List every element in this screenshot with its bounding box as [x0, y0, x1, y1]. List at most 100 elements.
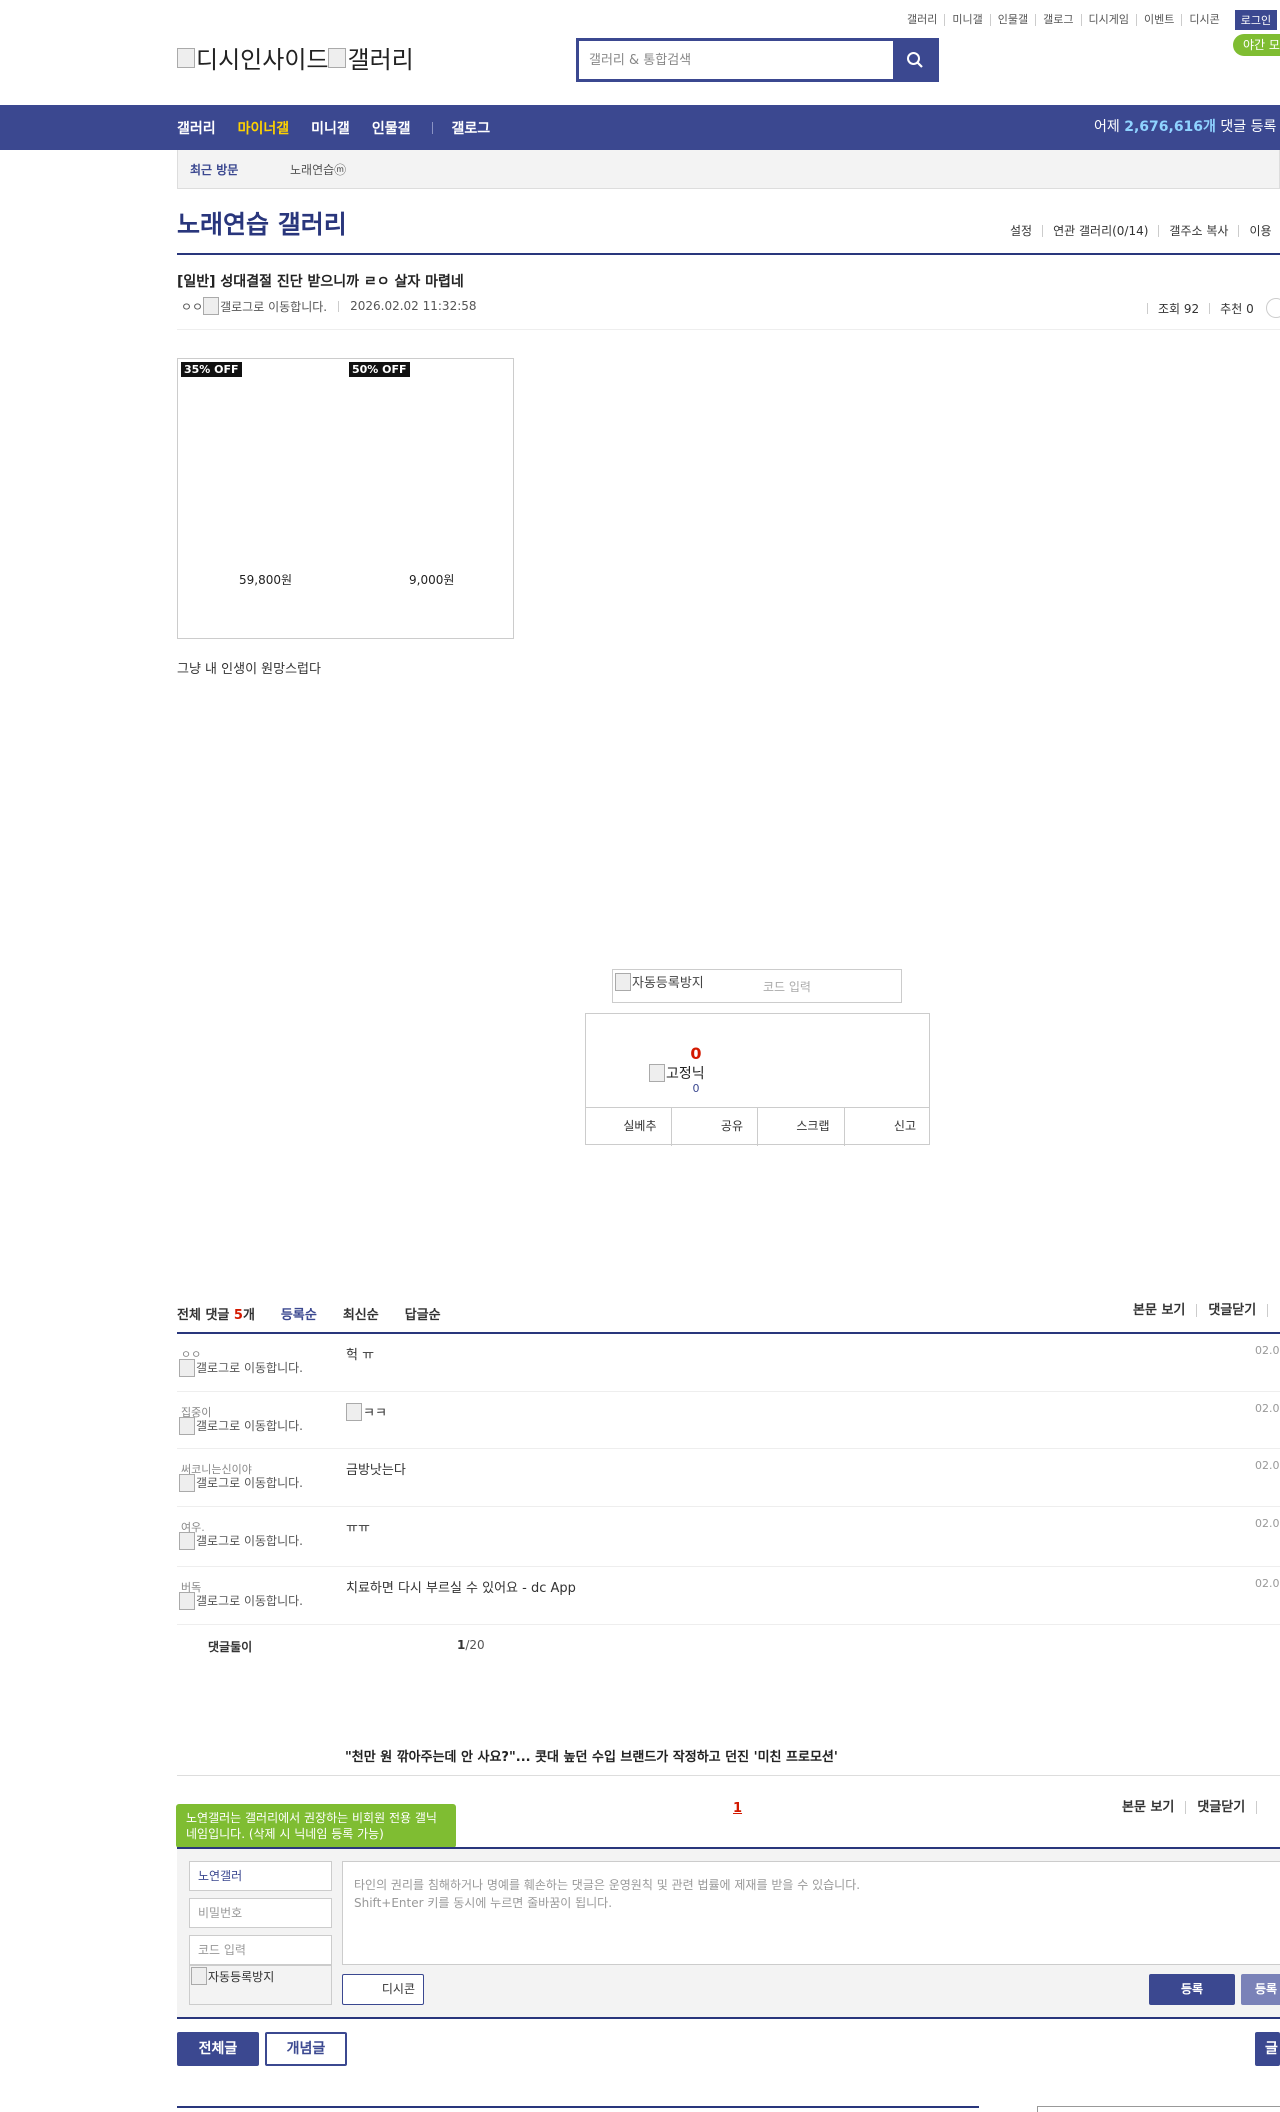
logo-image-site: 디시인사이드 — [177, 40, 328, 75]
night-mode-toggle[interactable]: 야간 모 — [1233, 34, 1280, 56]
promo-link[interactable]: "천만 원 깎아주는데 안 사요?"... 콧대 높던 수입 브랜드가 작정하고… — [345, 1746, 838, 1765]
sort-replies[interactable]: 답글순 — [405, 1304, 441, 1323]
comment-dccon-image: ㅋㅋ — [346, 1402, 387, 1421]
list-options: 본문 보기 댓글닫기 — [1111, 1801, 1279, 1814]
login-button[interactable]: 로그인 — [1234, 10, 1278, 30]
util-link-game[interactable]: 디시게임 — [1080, 14, 1136, 26]
comment-date: 02.0 — [1255, 1517, 1280, 1530]
comment-gallog-image[interactable]: 갤로그로 이동합니다. — [179, 1592, 304, 1610]
util-links: 갤러리 미니갤 인물갤 갤로그 디시게임 이벤트 디시콘 로그인 — [900, 10, 1278, 30]
close-comments-button[interactable]: 댓글닫기 — [1185, 1801, 1256, 1814]
util-link-event[interactable]: 이벤트 — [1135, 14, 1181, 26]
search-button[interactable] — [891, 41, 936, 79]
comment-date: 02.0 — [1255, 1577, 1280, 1590]
ad-box[interactable]: 35% OFF 50% OFF 59,800원 9,000원 — [177, 358, 514, 639]
post-body: 그냥 내 인생이 원망스럽다 — [177, 662, 321, 677]
comment-row: 여우. 갤로그로 이동합니다. ㅠㅠ 02.0 — [177, 1507, 1280, 1567]
captcha-box: 자동등록방지 — [189, 1965, 332, 2005]
fixed-nick-count: 0 — [692, 1082, 700, 1095]
util-link-gallog[interactable]: 갤로그 — [1035, 14, 1080, 26]
divider — [177, 1775, 1280, 1776]
post-meta: ㅇㅇ 갤로그로 이동합니다. 2026.02.02 11:32:58 — [181, 297, 477, 315]
comment-gallog-image[interactable]: 갤로그로 이동합니다. — [179, 1474, 304, 1492]
stat-prefix: 어제 — [1094, 119, 1125, 135]
bottom-box — [1037, 2106, 1280, 2112]
comment-gallog-image[interactable]: 갤로그로 이동합니다. — [179, 1417, 304, 1435]
comment-gallog-image[interactable]: 갤로그로 이동합니다. — [179, 1532, 304, 1550]
site-logo[interactable]: 디시인사이드 갤러리 — [177, 40, 414, 75]
dccon-button[interactable]: 디시콘 — [342, 1974, 424, 2005]
util-link-person[interactable]: 인물갤 — [989, 14, 1035, 26]
gnb-divider — [432, 121, 434, 134]
post-views: 조회 92 — [1158, 301, 1200, 316]
captcha-image: 자동등록방지 — [191, 1967, 274, 1985]
post-title: [일반] 성대결절 진단 받으니까 ㄹㅇ 살자 마렵네 — [177, 274, 464, 290]
write-post-button[interactable]: 글 — [1255, 2032, 1280, 2066]
stat-count: 2,676,616개 — [1124, 119, 1216, 135]
view-body-button[interactable]: 본문 보기 — [1122, 1304, 1196, 1317]
util-link-dccon[interactable]: 디시콘 — [1181, 14, 1226, 26]
util-link-mini[interactable]: 미니갤 — [944, 14, 989, 26]
comment-stat: 어제 2,676,616개 댓글 등록 — [1094, 105, 1276, 150]
view-body-button[interactable]: 본문 보기 — [1111, 1801, 1185, 1814]
captcha-field[interactable]: 자동등록방지 코드 입력 — [612, 969, 902, 1003]
recent-visit-bar: 최근 방문 노래연습ⓜ — [177, 150, 1280, 189]
post-author[interactable]: ㅇㅇ — [181, 298, 203, 315]
post-recommend: 추천 0 — [1220, 301, 1254, 316]
logo-image-gallery: 갤러리 — [328, 40, 413, 75]
search-input[interactable] — [579, 41, 891, 79]
comment-total-label: 전체 댓글 — [177, 1308, 234, 1323]
nickname-tooltip: 노연갤러는 갤러리에서 권장하는 비회원 전용 갤닉네임입니다. (삭제 시 닉… — [176, 1804, 456, 1856]
textarea-notice-1: 타인의 권리를 침해하거나 명예를 훼손하는 댓글은 운영원칙 및 관련 법률에… — [354, 1878, 861, 1892]
more-menu-button[interactable] — [1265, 298, 1280, 318]
gnb-mini[interactable]: 미니갤 — [311, 118, 350, 138]
ad-price: 59,800원 — [239, 573, 293, 587]
scrap-button[interactable]: 스크랩 — [757, 1108, 844, 1146]
submit-plus-button[interactable]: 등록 — [1241, 1974, 1280, 2005]
recent-gallery-link[interactable]: 노래연습ⓜ — [290, 161, 346, 178]
close-comments-button[interactable]: 댓글닫기 — [1196, 1304, 1267, 1317]
share-button[interactable]: 공유 — [670, 1108, 758, 1146]
fixed-nick-image: 고정닉 — [649, 1063, 705, 1083]
textarea-notice-2: Shift+Enter 키를 동시에 누르면 줄바꿈이 됩니다. — [354, 1896, 613, 1910]
sort-latest[interactable]: 최신순 — [343, 1304, 379, 1323]
comment-date: 02.0 — [1255, 1459, 1280, 1472]
ad-discount-badge: 35% OFF — [181, 362, 242, 377]
search-icon — [906, 52, 923, 68]
page-number[interactable]: 1 — [733, 1801, 742, 1816]
password-field[interactable]: 비밀번호 — [189, 1898, 332, 1928]
util-link-gallery[interactable]: 갤러리 — [900, 14, 944, 26]
comment-row: 집중이 갤로그로 이동합니다. ㅋㅋ 02.0 — [177, 1392, 1280, 1449]
gnb-minor[interactable]: 마이너갤 — [238, 118, 290, 138]
comment-gallog-image[interactable]: 갤로그로 이동합니다. — [179, 1359, 304, 1377]
sort-registered[interactable]: 등록순 — [281, 1304, 317, 1323]
comment-total-unit: 개 — [242, 1308, 255, 1323]
gnb-gallery[interactable]: 갤러리 — [177, 118, 216, 138]
gnb-gallog[interactable]: 갤로그 — [451, 118, 490, 138]
divider — [177, 329, 1280, 330]
all-posts-button[interactable]: 전체글 — [177, 2032, 259, 2066]
gallery-settings-button[interactable]: 설정 — [1000, 225, 1042, 237]
recent-visit-label: 최근 방문 — [190, 162, 239, 177]
usage-button[interactable]: 이용 — [1238, 225, 1280, 237]
code-field[interactable]: 코드 입력 — [189, 1935, 332, 1965]
comment-row: 써코니는신이야 갤로그로 이동합니다. 금방낫는다 02.0 — [177, 1449, 1280, 1507]
comment-textarea[interactable]: 타인의 권리를 침해하거나 명예를 훼손하는 댓글은 운영원칙 및 관련 법률에… — [342, 1861, 1280, 1965]
gallery-title[interactable]: 노래연습 갤러리 — [177, 205, 347, 241]
copy-address-button[interactable]: 갤주소 복사 — [1158, 225, 1238, 237]
list-options-divider — [1256, 1801, 1279, 1814]
gnb-person[interactable]: 인물갤 — [372, 118, 411, 138]
meta-divider — [338, 300, 340, 312]
comment-clean-button[interactable]: 댓글둘이 — [208, 1638, 252, 1655]
real-best-button[interactable]: 실베추 — [585, 1108, 671, 1146]
concept-posts-button[interactable]: 개념글 — [265, 2032, 347, 2066]
report-button[interactable]: 신고 — [843, 1108, 931, 1146]
comment-row: 버독 갤로그로 이동합니다. 치료하면 다시 부르실 수 있어요 - dc Ap… — [177, 1567, 1280, 1625]
captcha-image: 자동등록방지 — [615, 972, 704, 991]
related-gallery-button[interactable]: 연관 갤러리(0/14) — [1042, 225, 1158, 237]
nickname-field[interactable]: 노연갤러 — [189, 1861, 332, 1891]
gallog-link-image[interactable]: 갤로그로 이동합니다. — [203, 297, 327, 315]
comment-text: 금방낫는다 — [346, 1463, 406, 1478]
post-stats: 조회 92 추천 0 — [1137, 298, 1280, 318]
submit-button[interactable]: 등록 — [1149, 1974, 1235, 2005]
